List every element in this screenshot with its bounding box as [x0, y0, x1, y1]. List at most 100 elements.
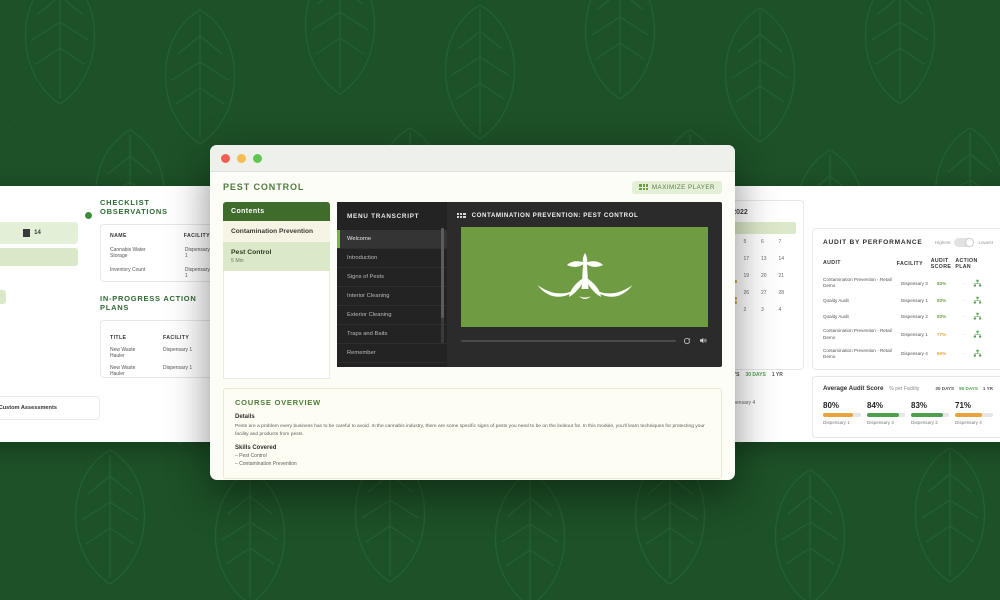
- avg-score-item: 80% Dispensary 1: [823, 401, 861, 425]
- maximize-icon[interactable]: [253, 153, 262, 163]
- table-row[interactable]: Quality Audit Dispensary 2 83% -: [823, 312, 993, 321]
- avg-score-bar-fill: [911, 413, 943, 417]
- audit-sort-toggle[interactable]: [954, 238, 975, 247]
- calendar-day[interactable]: 3: [761, 306, 779, 323]
- menu-item-remember[interactable]: Remember: [337, 344, 447, 363]
- calendar-title: T 2022: [726, 209, 748, 216]
- avg-score-bar: [955, 413, 993, 417]
- checklist-name-1: Inventory Count: [110, 267, 146, 273]
- sidebar-item-label: Pest Control: [231, 249, 272, 256]
- calendar-day[interactable]: 13: [761, 255, 779, 272]
- maximize-player-label: MAXIMIZE PLAYER: [651, 183, 715, 191]
- action-plan-icon[interactable]: [973, 296, 982, 305]
- calendar-day[interactable]: 28: [779, 289, 797, 306]
- range-tab-30-days[interactable]: 30 DAYS: [745, 372, 765, 378]
- menu-item-introduction[interactable]: Introduction: [337, 249, 447, 268]
- menu-item-interior-cleaning[interactable]: Interior Cleaning: [337, 287, 447, 306]
- avg-score-bar: [823, 413, 861, 417]
- table-row[interactable]: New Waste Hauler Dispensary 1 In 1: [110, 347, 218, 359]
- calendar-highlight-week[interactable]: [726, 222, 796, 234]
- audit-name: Contamination Prevention - Retail Demo: [823, 328, 892, 340]
- table-row[interactable]: Contamination Prevention - Retail Demo Di…: [823, 328, 993, 340]
- table-row[interactable]: New Waste Hauler Dispensary 1 In 1: [110, 365, 218, 377]
- audit-score: 83%: [937, 280, 947, 286]
- menu-item-exterior-cleaning[interactable]: Exterior Cleaning: [337, 306, 447, 325]
- progress-bar[interactable]: [461, 339, 676, 342]
- audit-score: 69%: [937, 351, 947, 357]
- avg-range-90[interactable]: 90 DAYS: [959, 386, 978, 391]
- audit-dash: -: [963, 280, 965, 286]
- calendar-day[interactable]: 7: [779, 238, 797, 255]
- left-cards-column: CHECKLIST OBSERVATIONS NAME FACILITY Can…: [85, 198, 228, 378]
- calendar-day[interactable]: 19: [744, 272, 762, 289]
- audit-col-score: Audit Score: [930, 258, 952, 270]
- avg-score-facility: Dispensary 3: [867, 420, 894, 425]
- menu-item-signs-of-pests[interactable]: Signs of Pests: [337, 268, 447, 287]
- audit-rows: Contamination Prevention - Retail Demo Di…: [823, 277, 993, 360]
- action-plans-card: TITLE FACILITY ST New Waste Hauler Dispe…: [100, 320, 228, 378]
- audit-score: 83%: [937, 314, 947, 320]
- audit-facility: Dispensary 3: [901, 280, 928, 286]
- calendar-day[interactable]: 21: [779, 272, 797, 289]
- menu-transcript-header: MENU TRANSCRIPT: [347, 213, 420, 220]
- avg-subtitle: % per Facility: [889, 385, 920, 392]
- audit-name: Quality Audit: [823, 297, 849, 303]
- building-icon: [23, 229, 31, 237]
- checklist-facility-0: Dispensary 1: [184, 247, 210, 259]
- menu-scrollbar[interactable]: [441, 228, 444, 343]
- calendar-day[interactable]: 4: [779, 306, 797, 323]
- table-row[interactable]: Quality Audit Dispensary 1 83% -: [823, 296, 993, 305]
- maximize-player-button[interactable]: MAXIMIZE PLAYER: [632, 180, 722, 194]
- calendar-day[interactable]: 2: [744, 306, 762, 323]
- status-dot-checklist: [85, 212, 92, 219]
- avg-range-30[interactable]: 30 DAYS: [935, 386, 954, 391]
- sidebar-item-pest-control[interactable]: Pest Control 5 Min: [223, 242, 330, 271]
- action-plan-icon[interactable]: [973, 312, 982, 321]
- filter-chip-central[interactable]: Central: [0, 290, 6, 304]
- volume-icon[interactable]: [698, 336, 708, 345]
- minimize-icon[interactable]: [237, 153, 246, 163]
- custom-assessments-label: Custom Assessments: [0, 405, 57, 411]
- custom-assessments-card[interactable]: 3 Of 4 Custom Assessments: [0, 396, 100, 420]
- table-row[interactable]: Cannabis Water Storage Dispensary 1: [110, 247, 210, 259]
- menu-item-welcome[interactable]: Welcome: [337, 230, 447, 249]
- range-tab-1-yr[interactable]: 1 YR: [772, 372, 783, 378]
- sidebar-item-contamination-prevention[interactable]: Contamination Prevention: [223, 221, 330, 242]
- audit-name: Contamination Prevention - Retail Demo: [823, 277, 892, 289]
- org-count-pill[interactable]: 14: [0, 222, 78, 244]
- audit-toggle-right-label: Lowest: [978, 240, 993, 245]
- audit-facility: Dispensary 1: [901, 332, 928, 338]
- player-controls[interactable]: [447, 327, 722, 345]
- calendar-day[interactable]: 27: [761, 289, 779, 306]
- replay-icon[interactable]: [683, 337, 691, 345]
- audit-dash: -: [963, 298, 965, 304]
- video-frame[interactable]: [461, 227, 708, 327]
- calendar-day[interactable]: 6: [761, 238, 779, 255]
- calendar-day[interactable]: 26: [744, 289, 762, 306]
- calendar-day[interactable]: 14: [779, 255, 797, 272]
- menu-transcript-list[interactable]: Welcome Introduction Signs of Pests Interio…: [337, 230, 447, 363]
- table-row[interactable]: Inventory Count Dispensary 1: [110, 267, 210, 279]
- calendar-grid[interactable]: 4567817131415192021252627281234: [726, 238, 796, 323]
- avg-score-item: 71% Dispensary 4: [955, 401, 993, 425]
- action-plan-icon[interactable]: [973, 349, 982, 358]
- ap-col-facility: FACILITY: [162, 335, 190, 341]
- action-plan-icon[interactable]: [973, 279, 982, 288]
- menu-scrollbar-thumb[interactable]: [441, 228, 444, 318]
- calendar-day[interactable]: 5: [744, 238, 762, 255]
- calendar-day[interactable]: 17: [744, 255, 762, 272]
- checklist-title: CHECKLIST OBSERVATIONS: [100, 198, 168, 216]
- action-plan-icon[interactable]: [973, 330, 982, 339]
- avg-score-bar-fill: [823, 413, 854, 417]
- avg-range-1yr[interactable]: 1 YR: [983, 386, 993, 391]
- table-row[interactable]: Contamination Prevention - Retail Demo Di…: [823, 348, 993, 360]
- close-icon[interactable]: [221, 153, 230, 163]
- avg-range-tabs[interactable]: 30 DAYS 90 DAYS 1 YR: [935, 386, 993, 391]
- table-row[interactable]: Contamination Prevention - Retail Demo Di…: [823, 277, 993, 289]
- ap-title-0: New Waste Hauler: [110, 347, 136, 359]
- organization-pill[interactable]: E ORGANIZATION: [0, 248, 78, 266]
- avg-score-facility: Dispensary 1: [823, 420, 850, 425]
- video-stage: CONTAMINATION PREVENTION: PEST CONTROL: [447, 202, 722, 367]
- calendar-day[interactable]: 20: [761, 272, 779, 289]
- menu-item-traps-and-baits[interactable]: Traps and Baits: [337, 325, 447, 344]
